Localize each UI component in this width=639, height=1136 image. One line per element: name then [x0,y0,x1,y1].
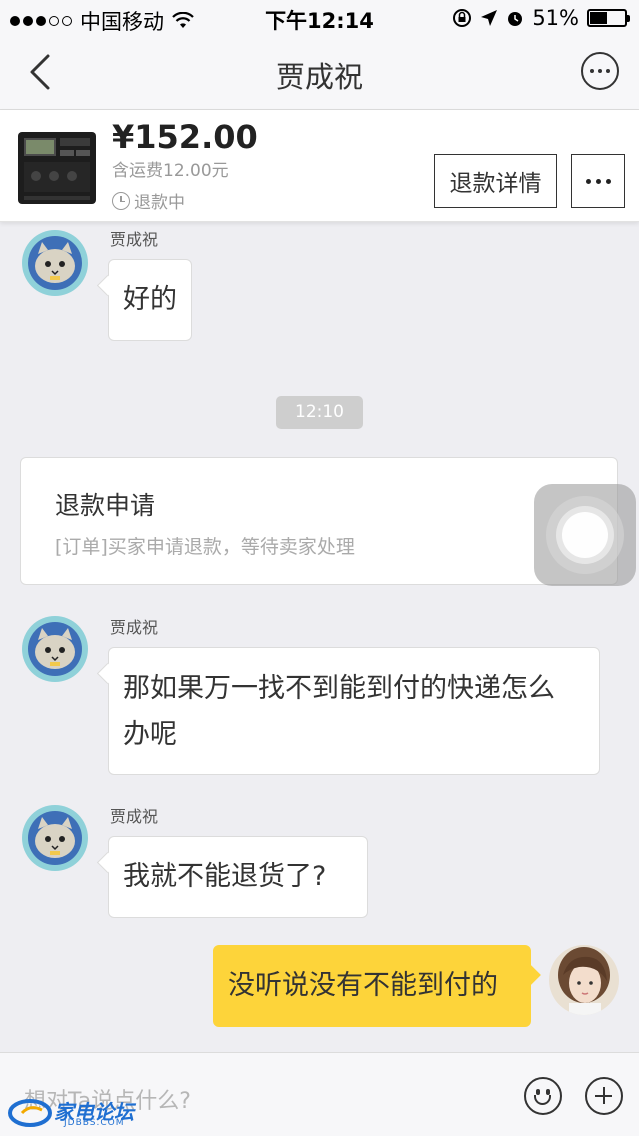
product-more-button[interactable] [571,154,625,208]
avatar[interactable] [20,614,90,684]
refund-request-card[interactable]: 退款申请 [订单]买家申请退款，等待卖家处理 [20,457,618,585]
rotation-lock-icon [453,9,472,27]
product-price: ¥152.00 [112,118,258,156]
refund-status-label: 退款中 [134,193,185,213]
refund-detail-button[interactable]: 退款详情 [434,154,557,208]
page-title: 贾成祝 [275,60,363,94]
sender-name: 贾成祝 [110,807,159,826]
product-image[interactable] [14,126,100,212]
watermark-logo [8,1099,52,1127]
assistive-touch-button[interactable] [534,484,636,586]
clock-icon [112,191,130,210]
card-subtitle: [订单]买家申请退款，等待卖家处理 [55,536,355,558]
message-text: 好的 [123,284,177,315]
emoji-icon[interactable] [524,1077,562,1115]
refund-status: 退款中 [112,188,185,213]
watermark: 家电论坛 JDBBS.COM [8,1092,148,1132]
timestamp: 12:10 [276,396,363,429]
shipping-fee: 含运费12.00元 [112,161,229,181]
battery-percent: 51% [532,6,579,30]
plus-icon[interactable] [585,1077,623,1115]
message-text-line: 办呢 [123,719,177,750]
message-bubble[interactable]: 好的 [108,259,192,341]
sender-name: 贾成祝 [110,618,159,637]
watermark-sub: JDBBS.COM [64,1118,125,1128]
avatar[interactable] [20,803,90,873]
product-header: ¥152.00 含运费12.00元 退款中 退款详情 [0,110,639,222]
location-icon [481,10,498,26]
more-icon[interactable] [581,52,619,90]
battery-icon [587,9,630,27]
sender-name: 贾成祝 [110,230,159,249]
message-text: 没听说没有不能到付的 [228,970,498,1001]
avatar[interactable] [20,228,90,298]
status-right: 51% [452,6,630,30]
my-avatar[interactable] [549,945,619,1015]
message-bubble[interactable]: 我就不能退货了? [108,836,368,918]
my-message-bubble[interactable]: 没听说没有不能到付的 [213,945,531,1027]
message-bubble[interactable]: 那如果万一找不到能到付的快递怎么 办呢 [108,647,600,775]
nav-bar: 贾成祝 [0,36,639,110]
alarm-icon [508,12,523,26]
message-text-line: 那如果万一找不到能到付的快递怎么 [123,673,555,704]
message-text: 我就不能退货了? [123,861,327,892]
status-bar: 中国移动 下午12:14 51% [0,0,639,36]
card-title: 退款申请 [55,491,156,520]
